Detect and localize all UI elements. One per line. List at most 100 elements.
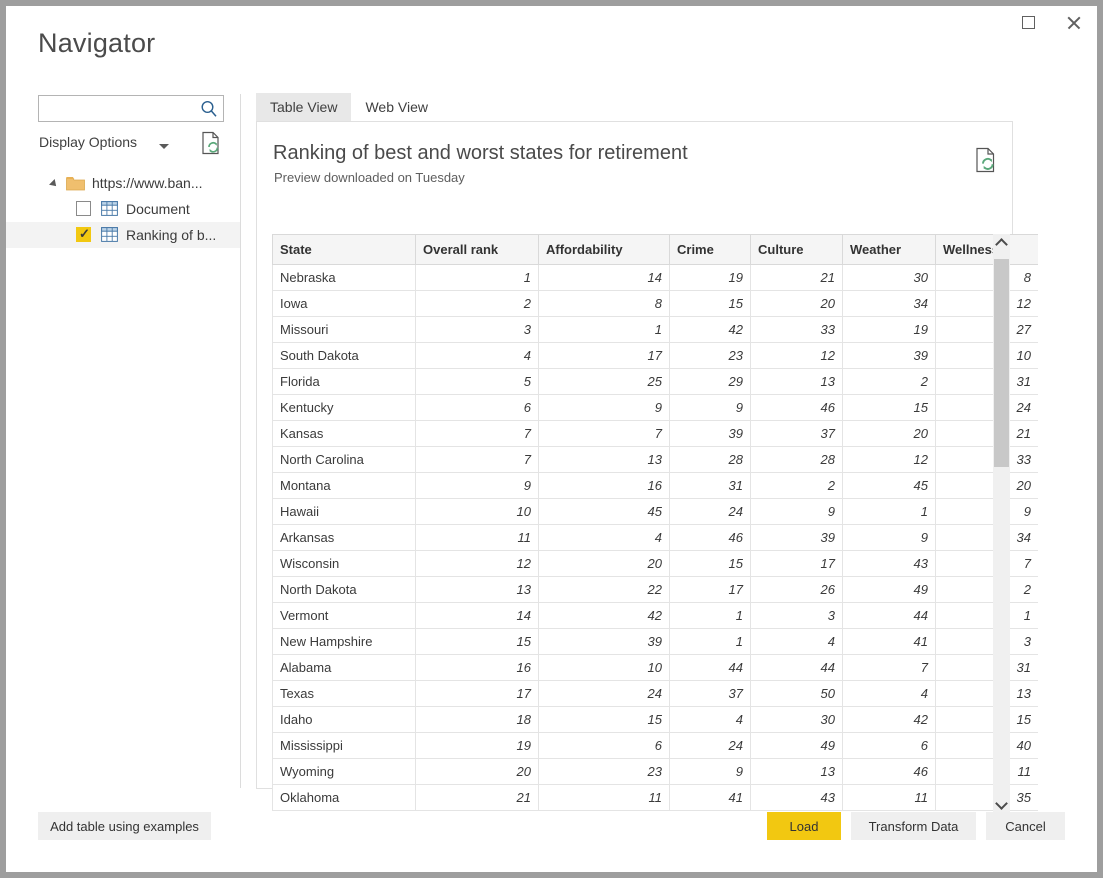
load-button[interactable]: Load [767, 812, 841, 840]
transform-data-button[interactable]: Transform Data [851, 812, 976, 840]
cell-value: 24 [538, 680, 670, 707]
tab-label: Web View [365, 99, 428, 115]
tree-item-ranking[interactable]: ✓ Ranking of b... [6, 222, 240, 248]
expand-collapse-triangle-icon[interactable] [49, 179, 59, 189]
cell-value: 45 [538, 498, 670, 525]
column-header[interactable]: Overall rank [415, 234, 539, 265]
display-options-dropdown[interactable]: Display Options [39, 134, 137, 150]
cell-value: 30 [750, 706, 843, 733]
maximize-button[interactable] [1006, 6, 1051, 38]
chevron-down-icon[interactable] [159, 144, 169, 149]
cell-value: 33 [750, 316, 843, 343]
cell-value: 15 [935, 706, 1038, 733]
table-row[interactable]: Nebraska 1 14 19 21 30 8 [272, 264, 1038, 291]
column-header[interactable]: Weather [842, 234, 936, 265]
search-icon[interactable] [199, 99, 219, 119]
cell-value: 15 [669, 550, 751, 577]
cell-value: 46 [750, 394, 843, 421]
chevron-up-icon [997, 239, 1006, 248]
cell-state: Kansas [272, 420, 416, 447]
column-header[interactable]: Wellness [935, 234, 1038, 265]
cell-value: 20 [935, 472, 1038, 499]
cell-value: 4 [669, 706, 751, 733]
table-row[interactable]: Wyoming 20 23 9 13 46 11 [272, 758, 1038, 785]
column-header[interactable]: Crime [669, 234, 751, 265]
ranking-checkbox[interactable]: ✓ [76, 227, 91, 242]
table-row[interactable]: North Dakota 13 22 17 26 49 2 [272, 576, 1038, 603]
cell-value: 2 [842, 368, 936, 395]
table-row[interactable]: Wisconsin 12 20 15 17 43 7 [272, 550, 1038, 577]
table-row[interactable]: Idaho 18 15 4 30 42 15 [272, 706, 1038, 733]
tab-label: Table View [270, 99, 338, 115]
table-row[interactable]: Kansas 7 7 39 37 20 21 [272, 420, 1038, 447]
dialog-footer: Add table using examples Load Transform … [6, 788, 1097, 872]
cell-value: 11 [415, 524, 539, 551]
tab-table-view[interactable]: Table View [256, 93, 352, 121]
view-tabs: Table View Web View [256, 93, 442, 121]
table-row[interactable]: South Dakota 4 17 23 12 39 10 [272, 342, 1038, 369]
table-row[interactable]: Montana 9 16 31 2 45 20 [272, 472, 1038, 499]
table-row[interactable]: Missouri 3 1 42 33 19 27 [272, 316, 1038, 343]
search-input[interactable] [39, 96, 197, 121]
cell-value: 17 [415, 680, 539, 707]
cell-value: 46 [842, 758, 936, 785]
table-row[interactable]: Arkansas 11 4 46 39 9 34 [272, 524, 1038, 551]
search-box[interactable] [38, 95, 224, 122]
navigator-dialog: Navigator Display Options https://www.ba… [6, 6, 1097, 872]
table-row[interactable]: Florida 5 25 29 13 2 31 [272, 368, 1038, 395]
table-row[interactable]: Alabama 16 10 44 44 7 31 [272, 654, 1038, 681]
cell-value: 19 [415, 732, 539, 759]
add-table-using-examples-button[interactable]: Add table using examples [38, 812, 211, 840]
table-row[interactable]: New Hampshire 15 39 1 4 41 3 [272, 628, 1038, 655]
cell-value: 41 [842, 628, 936, 655]
tab-web-view[interactable]: Web View [351, 93, 442, 121]
cell-value: 25 [538, 368, 670, 395]
maximize-icon [1022, 15, 1035, 29]
table-row[interactable]: Texas 17 24 37 50 4 13 [272, 680, 1038, 707]
column-header[interactable]: Culture [750, 234, 843, 265]
cell-value: 14 [538, 264, 670, 291]
tree-root-node[interactable]: https://www.ban... [6, 170, 240, 196]
navigator-sidebar: Display Options https://www.ban... Docum… [6, 88, 240, 788]
cell-value: 9 [935, 498, 1038, 525]
table-row[interactable]: Iowa 2 8 15 20 34 12 [272, 290, 1038, 317]
cell-value: 33 [935, 446, 1038, 473]
cell-value: 9 [669, 394, 751, 421]
table-row[interactable]: North Carolina 7 13 28 28 12 33 [272, 446, 1038, 473]
cell-value: 20 [750, 290, 843, 317]
cell-value: 10 [538, 654, 670, 681]
table-row[interactable]: Kentucky 6 9 9 46 15 24 [272, 394, 1038, 421]
cancel-button[interactable]: Cancel [986, 812, 1065, 840]
cell-value: 26 [750, 576, 843, 603]
cell-value: 39 [669, 420, 751, 447]
cell-value: 5 [415, 368, 539, 395]
cell-value: 6 [415, 394, 539, 421]
table-row[interactable]: Mississippi 19 6 24 49 6 40 [272, 732, 1038, 759]
refresh-document-icon[interactable] [974, 147, 998, 173]
cell-value: 39 [750, 524, 843, 551]
table-body: Nebraska 1 14 19 21 30 8 Iowa 2 8 15 20 34 12 Missouri… [272, 264, 1038, 811]
cell-state: Texas [272, 680, 416, 707]
column-header[interactable]: State [272, 234, 416, 265]
cell-value: 17 [538, 342, 670, 369]
cell-value: 44 [842, 602, 936, 629]
cell-value: 13 [750, 368, 843, 395]
cell-value: 17 [669, 576, 751, 603]
cell-value: 20 [842, 420, 936, 447]
scroll-up-button[interactable] [993, 234, 1010, 252]
tree-item-document[interactable]: Document [6, 196, 240, 222]
cell-value: 44 [669, 654, 751, 681]
table-row[interactable]: Hawaii 10 45 24 9 1 9 [272, 498, 1038, 525]
document-checkbox[interactable] [76, 201, 91, 216]
column-header[interactable]: Affordability [538, 234, 670, 265]
cell-value: 1 [842, 498, 936, 525]
scrollbar-thumb[interactable] [994, 259, 1009, 467]
refresh-document-icon[interactable] [200, 131, 222, 155]
close-button[interactable] [1051, 6, 1096, 38]
cell-value: 22 [538, 576, 670, 603]
cell-state: Alabama [272, 654, 416, 681]
cell-value: 10 [935, 342, 1038, 369]
cell-state: Florida [272, 368, 416, 395]
table-row[interactable]: Vermont 14 42 1 3 44 1 [272, 602, 1038, 629]
table-vertical-scrollbar[interactable] [993, 234, 1010, 814]
